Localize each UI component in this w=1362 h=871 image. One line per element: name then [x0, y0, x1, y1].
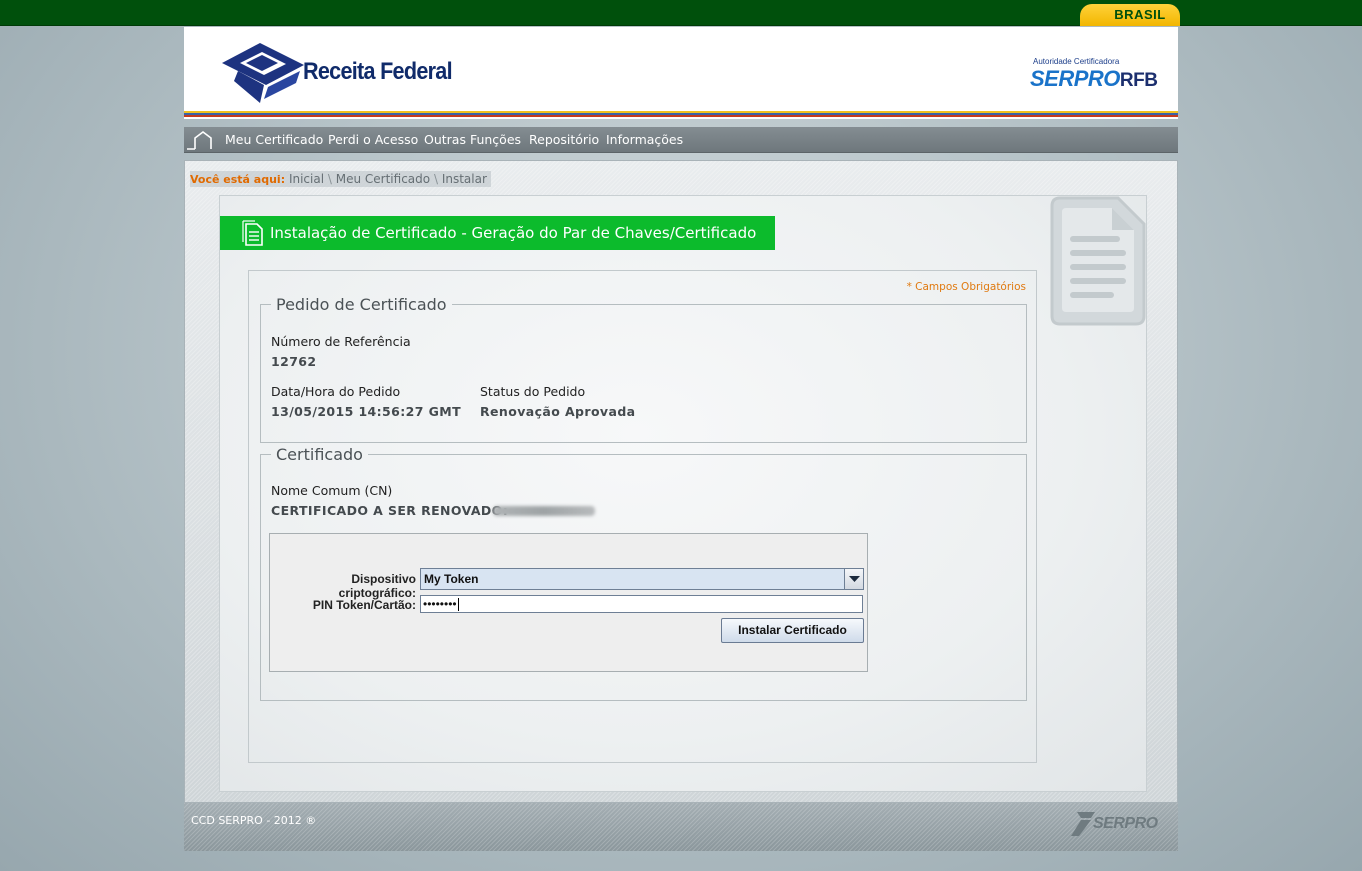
breadcrumb-instalar: Instalar — [441, 172, 487, 186]
pin-input[interactable]: •••••••• — [420, 595, 863, 613]
content-area: Você está aqui: Inicial \ Meu Certificad… — [184, 160, 1178, 803]
site-title: Receita Federal — [303, 58, 453, 85]
device-select-value: My Token — [424, 572, 479, 586]
certificado-legend: Certificado — [276, 445, 363, 464]
date-value: 13/05/2015 14:56:27 GMT — [271, 404, 462, 419]
page-title-text: Instalação de Certificado - Geração do P… — [270, 224, 757, 242]
serpro-footer-text: SERPRO — [1093, 815, 1158, 832]
main-panel: Instalação de Certificado - Geração do P… — [219, 195, 1147, 792]
install-applet: Dispositivo criptográfico: My Token PIN … — [269, 533, 868, 672]
main-nav: Meu Certificado Perdi o Acesso Outras Fu… — [184, 127, 1178, 153]
home-icon[interactable] — [186, 129, 212, 151]
breadcrumb-separator: \ — [433, 172, 438, 186]
page-title: Instalação de Certificado - Geração do P… — [220, 216, 775, 250]
pin-label: PIN Token/Cartão: — [312, 598, 416, 612]
ref-value: 12762 — [271, 354, 317, 369]
device-select[interactable]: My Token — [420, 568, 864, 590]
device-label: Dispositivo criptográfico: — [338, 572, 416, 600]
pedido-legend: Pedido de Certificado — [276, 295, 447, 314]
receita-federal-logo-icon[interactable] — [220, 41, 310, 105]
ac-label: Autoridade Certificadora — [1033, 57, 1120, 66]
breadcrumb-inicial[interactable]: Inicial — [289, 172, 324, 186]
site-header: Receita Federal Autoridade Certificadora… — [184, 27, 1178, 119]
status-value: Renovação Aprovada — [480, 404, 636, 419]
install-certificate-button[interactable]: Instalar Certificado — [721, 618, 864, 643]
nav-item-meu-certificado[interactable]: Meu Certificado — [225, 132, 323, 147]
nav-item-perdi-o-acesso[interactable]: Perdi o Acesso — [328, 132, 418, 147]
pedido-fieldset: Pedido de Certificado Número de Referênc… — [260, 295, 1027, 443]
document-icon — [242, 220, 263, 246]
serpro-footer-logo[interactable]: SERPRO — [1071, 808, 1161, 836]
certificado-fieldset: Certificado Nome Comum (CN) CERTIFICADO … — [260, 445, 1027, 701]
chevron-down-icon[interactable] — [844, 569, 863, 589]
cn-value: CERTIFICADO A SER RENOVADO: — [271, 503, 509, 518]
gov-top-bar: BRASIL — [0, 0, 1362, 26]
nav-item-repositorio[interactable]: Repositório — [529, 132, 599, 147]
rfb-logo-text: RFB — [1119, 70, 1158, 91]
footer-copyright: CCD SERPRO - 2012 ® — [191, 814, 317, 827]
breadcrumb-meu-certificado[interactable]: Meu Certificado — [336, 172, 430, 186]
brasil-link[interactable]: BRASIL — [1080, 4, 1180, 26]
date-label: Data/Hora do Pedido — [271, 384, 401, 399]
breadcrumb-label: Você está aqui: — [190, 173, 286, 186]
ref-label: Número de Referência — [271, 334, 411, 349]
nav-item-outras-funcoes[interactable]: Outras Funções — [424, 132, 521, 147]
serpro-logo-text: SERPRO — [1030, 66, 1120, 91]
serpro-rfb-logo[interactable]: SERPRORFB — [1030, 66, 1158, 92]
text-caret — [457, 598, 459, 612]
nav-item-informacoes[interactable]: Informações — [606, 132, 683, 147]
status-label: Status do Pedido — [480, 384, 586, 399]
required-fields-note: * Campos Obrigatórios — [906, 281, 1026, 293]
form-container: * Campos Obrigatórios Pedido de Certific… — [248, 270, 1037, 763]
header-divider — [184, 111, 1178, 119]
cn-label: Nome Comum (CN) — [271, 483, 393, 498]
breadcrumb-separator: \ — [327, 172, 332, 186]
breadcrumb: Você está aqui: Inicial \ Meu Certificad… — [190, 171, 491, 187]
pin-input-value: •••••••• — [423, 597, 457, 611]
site-footer: CCD SERPRO - 2012 ® SERPRO — [184, 803, 1178, 851]
redacted-name — [493, 506, 595, 516]
document-watermark-icon — [1050, 196, 1146, 326]
